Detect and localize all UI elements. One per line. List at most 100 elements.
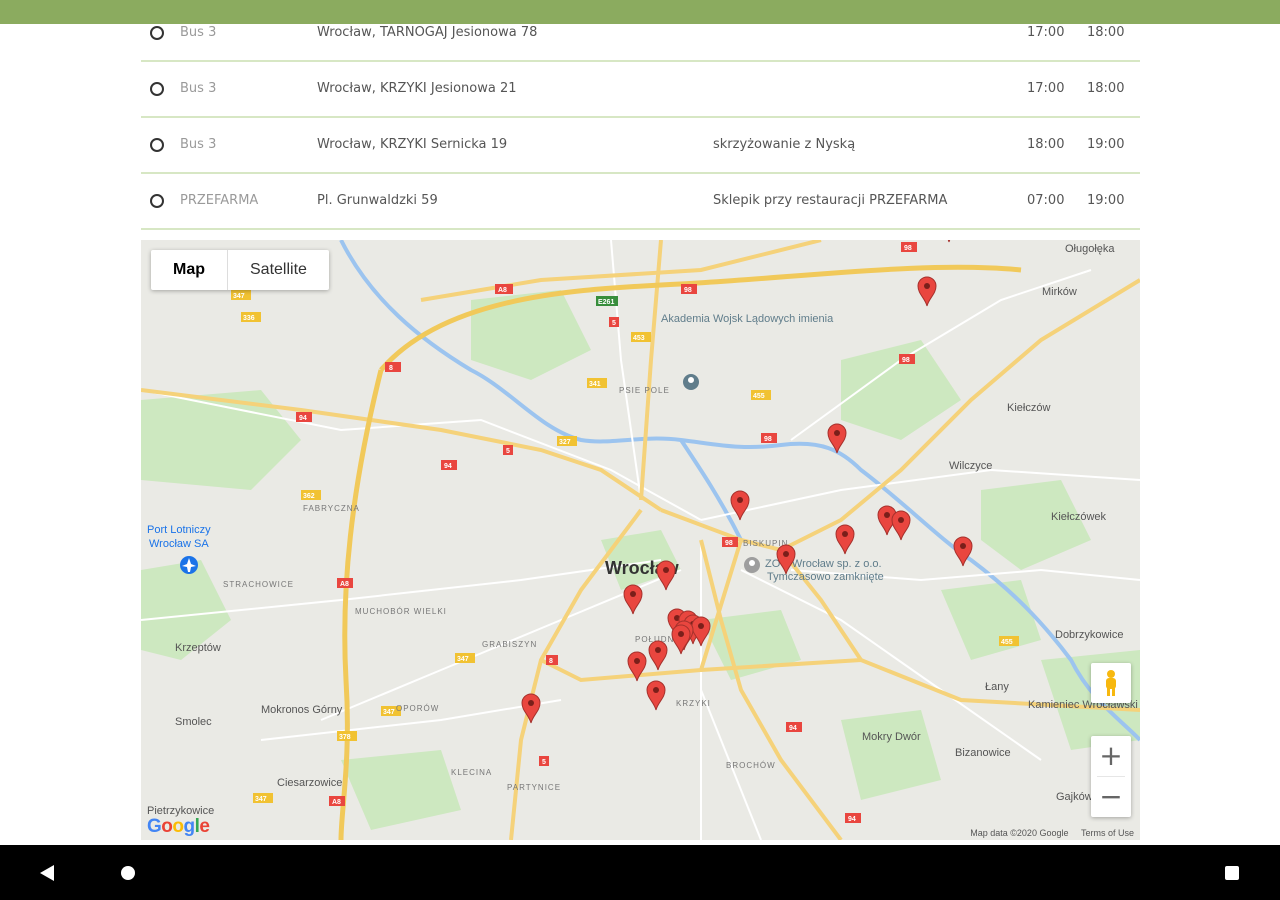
map-marker-icon[interactable]	[730, 490, 750, 521]
svg-text:336: 336	[243, 315, 255, 322]
row-radio[interactable]	[150, 194, 164, 208]
table-row[interactable]: Bus 3 Wrocław, KRZYKI Sernicka 19 skrzyż…	[141, 118, 1140, 174]
map-marker-icon[interactable]	[671, 624, 691, 655]
table-row[interactable]: PRZEFARMA Pl. Grunwaldzki 59 Sklepik prz…	[141, 174, 1140, 230]
svg-text:Wilczyce: Wilczyce	[949, 460, 992, 472]
svg-text:Port Lotniczy: Port Lotniczy	[147, 524, 211, 536]
terms-of-use-link[interactable]: Terms of Use	[1081, 828, 1134, 838]
row-address: Wrocław, TARNOGAJ Jesionowa 78	[317, 25, 538, 40]
academy-poi-icon	[683, 374, 699, 390]
row-time-to: 18:00	[1087, 25, 1125, 40]
svg-text:PSIE POLE: PSIE POLE	[619, 386, 670, 395]
svg-text:FABRYCZNA: FABRYCZNA	[303, 504, 360, 513]
map-marker-icon[interactable]	[646, 680, 666, 711]
recent-apps-icon[interactable]	[1225, 866, 1239, 880]
svg-text:A8: A8	[340, 581, 349, 588]
row-name: PRZEFARMA	[180, 193, 259, 208]
svg-text:BROCHÓW: BROCHÓW	[726, 761, 776, 770]
svg-text:Łany: Łany	[985, 681, 1009, 693]
row-time-from: 18:00	[1027, 137, 1065, 152]
svg-text:94: 94	[444, 463, 452, 470]
svg-text:Mokry Dwór: Mokry Dwór	[862, 731, 921, 743]
pickup-points-table: Bus 3 Wrocław, TARNOGAJ Jesionowa 78 17:…	[141, 6, 1140, 230]
svg-text:Krzeptów: Krzeptów	[175, 642, 221, 654]
svg-text:347: 347	[457, 656, 469, 663]
table-row[interactable]: Bus 3 Wrocław, TARNOGAJ Jesionowa 78 17:…	[141, 6, 1140, 62]
svg-text:5: 5	[612, 320, 616, 327]
svg-text:453: 453	[633, 335, 645, 342]
svg-text:378: 378	[339, 734, 351, 741]
zoo-poi-icon	[744, 557, 760, 573]
row-note: skrzyżowanie z Nyską	[713, 137, 856, 152]
street-view-pegman-button[interactable]	[1091, 663, 1131, 703]
row-address: Wrocław, KRZYKI Jesionowa 21	[317, 81, 517, 96]
row-radio[interactable]	[150, 138, 164, 152]
row-radio[interactable]	[150, 26, 164, 40]
zoom-out-button[interactable]: −	[1091, 777, 1131, 817]
row-time-to: 19:00	[1087, 193, 1125, 208]
svg-text:Oługołęka: Oługołęka	[1065, 243, 1115, 255]
map-type-control: Map Satellite	[151, 250, 329, 290]
svg-text:455: 455	[1001, 639, 1013, 646]
map-marker-icon[interactable]	[953, 536, 973, 567]
svg-text:94: 94	[789, 725, 797, 732]
row-time-from: 17:00	[1027, 81, 1065, 96]
row-time-from: 17:00	[1027, 25, 1065, 40]
map-marker-icon[interactable]	[623, 584, 643, 615]
map-marker-icon[interactable]	[691, 616, 711, 647]
svg-text:Smolec: Smolec	[175, 716, 212, 728]
svg-text:5: 5	[506, 448, 510, 455]
row-name: Bus 3	[180, 137, 217, 152]
svg-text:8: 8	[389, 365, 393, 372]
back-icon[interactable]	[40, 865, 54, 881]
svg-text:98: 98	[904, 245, 912, 252]
svg-text:A8: A8	[498, 287, 507, 294]
svg-text:A8: A8	[332, 799, 341, 806]
row-name: Bus 3	[180, 25, 217, 40]
svg-text:8: 8	[549, 658, 553, 665]
svg-text:OPORÓW: OPORÓW	[396, 704, 439, 713]
svg-text:347: 347	[233, 293, 245, 300]
svg-text:347: 347	[255, 796, 267, 803]
map-marker-icon[interactable]	[656, 560, 676, 591]
map-type-map-button[interactable]: Map	[151, 250, 228, 290]
svg-text:362: 362	[303, 493, 315, 500]
table-row[interactable]: Bus 3 Wrocław, KRZYKI Jesionowa 21 17:00…	[141, 62, 1140, 118]
zoom-control: + −	[1091, 736, 1131, 817]
svg-text:94: 94	[848, 816, 856, 823]
svg-text:MUCHOBÓR WIELKI: MUCHOBÓR WIELKI	[355, 607, 447, 616]
svg-text:E261: E261	[598, 299, 614, 306]
svg-text:94: 94	[299, 415, 307, 422]
svg-text:Kiełczówek: Kiełczówek	[1051, 511, 1107, 523]
svg-text:Tymczasowo zamknięte: Tymczasowo zamknięte	[767, 571, 884, 583]
svg-text:98: 98	[725, 540, 733, 547]
svg-text:347: 347	[383, 709, 395, 716]
svg-text:327: 327	[559, 439, 571, 446]
row-radio[interactable]	[150, 82, 164, 96]
map-view[interactable]: A8 98 98 98 347 336 E261 5 453 341 8 455…	[141, 240, 1140, 840]
row-time-to: 18:00	[1087, 81, 1125, 96]
svg-text:Ciesarzowice: Ciesarzowice	[277, 777, 342, 789]
row-address: Wrocław, KRZYKI Sernicka 19	[317, 137, 508, 152]
svg-text:KRZYKI: KRZYKI	[676, 699, 711, 708]
svg-text:98: 98	[764, 436, 772, 443]
map-type-satellite-button[interactable]: Satellite	[228, 250, 329, 290]
svg-text:GRABISZYN: GRABISZYN	[482, 640, 537, 649]
map-canvas[interactable]: A8 98 98 98 347 336 E261 5 453 341 8 455…	[141, 240, 1140, 840]
map-marker-icon[interactable]	[917, 276, 937, 307]
row-time-from: 07:00	[1027, 193, 1065, 208]
home-icon[interactable]	[121, 866, 135, 880]
airport-icon	[180, 556, 198, 574]
row-note: Sklepik przy restauracji PRZEFARMA	[713, 193, 948, 208]
map-marker-icon[interactable]	[648, 640, 668, 671]
pegman-icon	[1106, 670, 1116, 696]
svg-text:Gajków: Gajków	[1056, 791, 1093, 803]
svg-text:Kiełczów: Kiełczów	[1007, 402, 1050, 414]
map-data-credit: Map data ©2020 Google	[970, 828, 1069, 838]
svg-text:KLECINA: KLECINA	[451, 768, 492, 777]
map-marker-icon[interactable]	[940, 240, 958, 243]
map-marker-icon[interactable]	[891, 510, 911, 541]
zoom-in-button[interactable]: +	[1091, 736, 1131, 776]
svg-text:98: 98	[902, 357, 910, 364]
map-marker-icon[interactable]	[835, 524, 855, 555]
